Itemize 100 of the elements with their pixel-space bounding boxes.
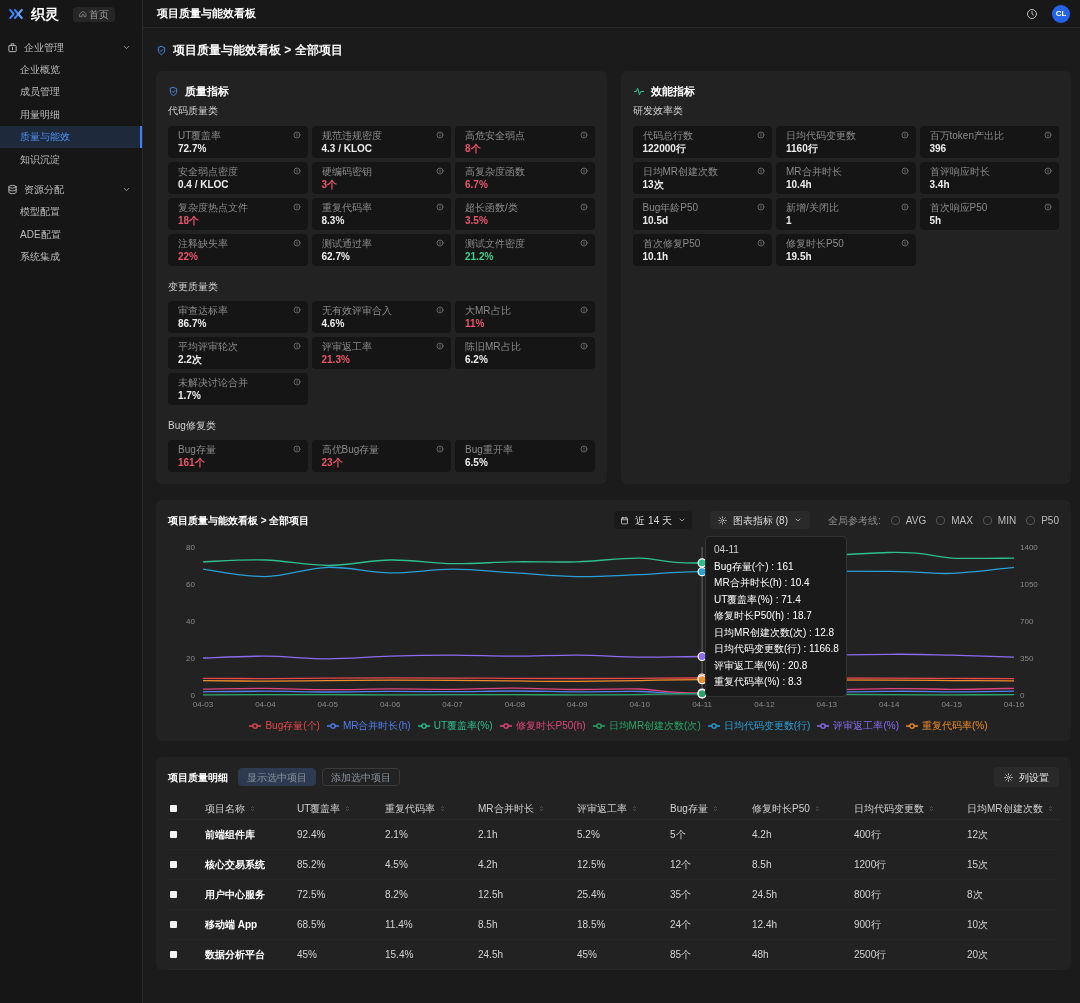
axis-label: 700 bbox=[1020, 617, 1034, 626]
column-settings-button[interactable]: 列设置 bbox=[994, 767, 1059, 787]
user-avatar[interactable]: CL bbox=[1052, 4, 1070, 23]
checkbox[interactable] bbox=[170, 831, 177, 838]
info-icon[interactable] bbox=[436, 131, 444, 139]
info-icon[interactable] bbox=[1044, 167, 1052, 175]
chart-metrics-dropdown[interactable]: 图表指标 (8) bbox=[710, 511, 810, 529]
sort-icon bbox=[813, 805, 821, 812]
info-icon[interactable] bbox=[900, 167, 909, 175]
info-icon[interactable] bbox=[757, 167, 765, 175]
sort-icon bbox=[711, 805, 719, 812]
tooltip-line: 修复时长P50(h) : 18.7 bbox=[714, 609, 813, 623]
checkbox[interactable] bbox=[170, 891, 177, 898]
axis-label: 04-13 bbox=[816, 700, 838, 709]
nav-item[interactable]: 系统集成 bbox=[0, 245, 142, 268]
info-icon[interactable] bbox=[900, 203, 909, 211]
info-icon[interactable] bbox=[436, 445, 444, 453]
legend-item[interactable]: MR合并时长(h) bbox=[326, 718, 411, 733]
table-cell-text: 24.5h bbox=[478, 948, 504, 962]
info-icon[interactable] bbox=[292, 239, 301, 247]
checkbox[interactable] bbox=[170, 951, 177, 958]
metric-value: 8个 bbox=[465, 141, 481, 155]
home-link[interactable]: 首页 bbox=[73, 6, 115, 22]
nav-item[interactable]: 模型配置 bbox=[0, 200, 142, 223]
legend-item[interactable]: 日均MR创建次数(次) bbox=[592, 718, 701, 733]
nav-group[interactable]: 企业管理 bbox=[0, 36, 142, 58]
legend-item[interactable]: 重复代码率(%) bbox=[906, 718, 988, 733]
checkbox[interactable] bbox=[170, 805, 177, 812]
info-icon[interactable] bbox=[436, 203, 444, 211]
sort-icon bbox=[1046, 805, 1054, 812]
info-icon[interactable] bbox=[1044, 203, 1052, 211]
info-icon[interactable] bbox=[579, 306, 588, 314]
reference-label: 全局参考线: bbox=[828, 513, 881, 528]
metric-label: UT覆盖率 bbox=[178, 129, 222, 142]
info-icon[interactable] bbox=[900, 239, 909, 247]
reference-checkbox[interactable]: MAX bbox=[936, 512, 973, 528]
checkbox[interactable] bbox=[170, 921, 177, 928]
info-icon[interactable] bbox=[292, 378, 301, 386]
metric-value: 396 bbox=[929, 141, 947, 155]
tooltip-line: Bug存量(个) : 161 bbox=[714, 559, 795, 574]
project-name-cell-text: 前端组件库 bbox=[205, 828, 255, 842]
info-icon[interactable] bbox=[292, 306, 301, 314]
chart-title: 项目质量与能效看板 > 全部项目 bbox=[168, 513, 310, 528]
nav-item[interactable]: 企业概览 bbox=[0, 58, 142, 81]
nav-item[interactable]: 成员管理 bbox=[0, 80, 142, 103]
info-icon[interactable] bbox=[1044, 131, 1052, 139]
info-icon[interactable] bbox=[436, 306, 444, 314]
table-cell-text: 15.4% bbox=[385, 948, 414, 962]
column-header[interactable]: MR合并时长 bbox=[478, 801, 545, 816]
axis-label: 04-16 bbox=[1003, 700, 1025, 709]
info-icon[interactable] bbox=[757, 203, 765, 211]
section-heading: 代码质量类 bbox=[168, 104, 219, 118]
legend-item[interactable]: 评审返工率(%) bbox=[817, 718, 899, 733]
reference-checkbox[interactable]: AVG bbox=[890, 512, 927, 528]
info-icon[interactable] bbox=[579, 342, 588, 350]
info-icon[interactable] bbox=[579, 167, 588, 175]
info-icon[interactable] bbox=[436, 342, 444, 350]
project-name-cell-text: 移动端 App bbox=[205, 918, 258, 932]
info-icon[interactable] bbox=[292, 131, 301, 139]
legend-item[interactable]: 修复时长P50(h) bbox=[499, 718, 586, 733]
column-header[interactable]: UT覆盖率 bbox=[297, 801, 352, 816]
axis-label: 04-10 bbox=[629, 700, 650, 709]
info-icon[interactable] bbox=[579, 239, 588, 247]
table-cell-text: 12.4h bbox=[752, 918, 778, 932]
nav-item[interactable]: 用量明细 bbox=[0, 103, 142, 126]
info-icon[interactable] bbox=[579, 203, 588, 211]
info-icon[interactable] bbox=[292, 445, 301, 453]
info-icon[interactable] bbox=[900, 131, 909, 139]
reference-checkbox[interactable]: MIN bbox=[982, 512, 1017, 528]
reference-checkbox[interactable]: P50 bbox=[1026, 512, 1059, 528]
info-icon[interactable] bbox=[292, 203, 301, 211]
table-cell-text: 4.2h bbox=[478, 858, 498, 872]
info-icon[interactable] bbox=[292, 167, 301, 175]
date-range-dropdown[interactable]: 近 14 天 bbox=[614, 511, 692, 529]
checkbox[interactable] bbox=[170, 861, 177, 868]
column-header[interactable]: 项目名称 bbox=[205, 801, 256, 816]
info-icon[interactable] bbox=[757, 239, 765, 247]
column-header[interactable]: 评审返工率 bbox=[577, 801, 638, 816]
nav-item[interactable]: ADE配置 bbox=[0, 223, 142, 246]
info-icon[interactable] bbox=[757, 131, 765, 139]
nav-group[interactable]: 资源分配 bbox=[0, 178, 142, 201]
info-icon[interactable] bbox=[579, 131, 588, 139]
legend-item[interactable]: UT覆盖率(%) bbox=[417, 718, 493, 733]
column-header[interactable]: 修复时长P50 bbox=[752, 801, 821, 816]
column-header[interactable]: Bug存量 bbox=[670, 801, 719, 816]
column-header[interactable]: 重复代码率 bbox=[385, 801, 446, 816]
info-icon[interactable] bbox=[436, 167, 444, 175]
legend-item[interactable]: Bug存量(个) bbox=[249, 718, 320, 733]
metric-value: 4.3 / KLOC bbox=[321, 141, 373, 155]
info-icon[interactable] bbox=[436, 239, 444, 247]
column-header[interactable]: 日均MR创建次数 bbox=[967, 801, 1054, 816]
info-icon[interactable] bbox=[579, 445, 588, 453]
info-icon[interactable] bbox=[292, 342, 301, 350]
nav-item[interactable]: 质量与能效 bbox=[0, 125, 142, 148]
column-header[interactable]: 日均代码变更数 bbox=[854, 801, 935, 816]
nav-item[interactable]: 知识沉淀 bbox=[0, 148, 142, 171]
legend-item[interactable]: 日均代码变更数(行) bbox=[707, 718, 811, 733]
metric-label: 高复杂度函数 bbox=[465, 165, 525, 178]
history-button[interactable] bbox=[1026, 7, 1038, 20]
table-cell-text: 10次 bbox=[967, 918, 989, 932]
